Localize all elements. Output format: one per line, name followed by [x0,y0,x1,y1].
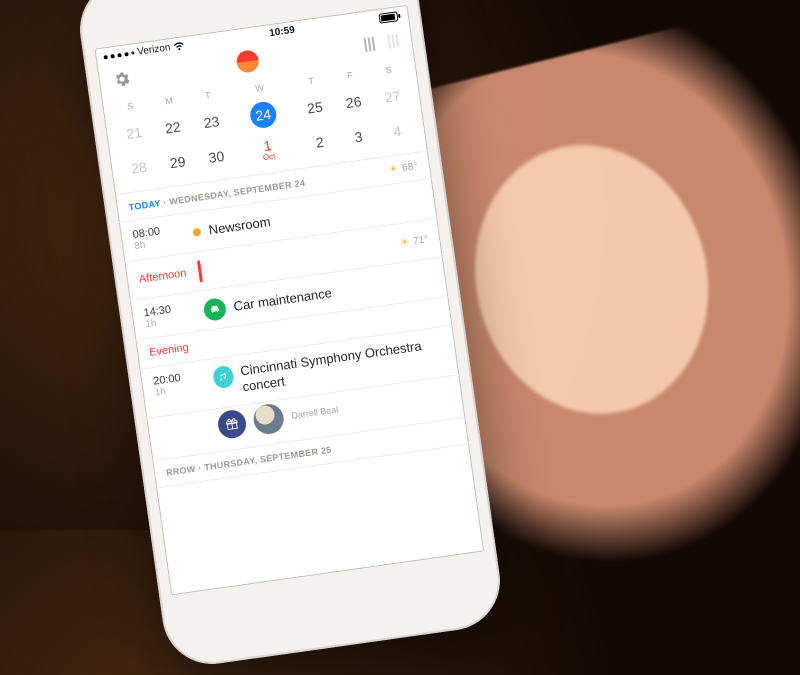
wifi-icon [173,41,186,52]
iphone-frame: Verizon 10:59 [74,0,507,670]
app-screen: Verizon 10:59 [94,5,484,596]
settings-button[interactable] [112,69,132,89]
cal-day[interactable]: 29 [156,143,199,182]
cal-day[interactable]: 25 [293,87,337,128]
cal-day[interactable]: 3 [337,117,380,156]
cal-day[interactable]: 26 [332,82,376,123]
calendar-dot-icon [192,227,201,236]
cal-day[interactable]: 4 [376,112,420,151]
afternoon-temperature: 71° [412,234,429,247]
clock: 10:59 [269,25,296,39]
cal-day[interactable]: 21 [112,112,156,153]
event-title: Car maintenance [233,285,333,314]
music-icon [212,365,234,390]
battery-icon [378,10,401,23]
cal-day[interactable]: 30 [195,137,238,176]
cal-day[interactable]: 28 [117,148,160,187]
attendee-avatar[interactable] [252,402,286,436]
agenda-list[interactable]: TODAY · WEDNESDAY, SEPTEMBER 24 ☀68° 08:… [115,150,484,595]
gift-icon [216,408,248,440]
cal-day[interactable]: 27 [371,76,415,117]
cal-day[interactable]: 22 [151,107,195,148]
now-indicator [197,260,203,282]
view-toggle-agenda[interactable] [364,37,376,52]
sunrise-logo-icon [235,49,260,74]
car-icon [202,297,227,322]
attendee-name: Darrell Beal [291,404,339,420]
sun-icon: ☀ [388,164,399,176]
cal-day[interactable]: 2 [298,123,341,162]
event-title: Newsroom [208,214,272,238]
today-temperature: 68° [401,161,418,174]
view-toggle-grid[interactable] [387,33,399,48]
cal-day[interactable]: 23 [190,102,234,143]
sun-icon: ☀ [400,236,410,248]
